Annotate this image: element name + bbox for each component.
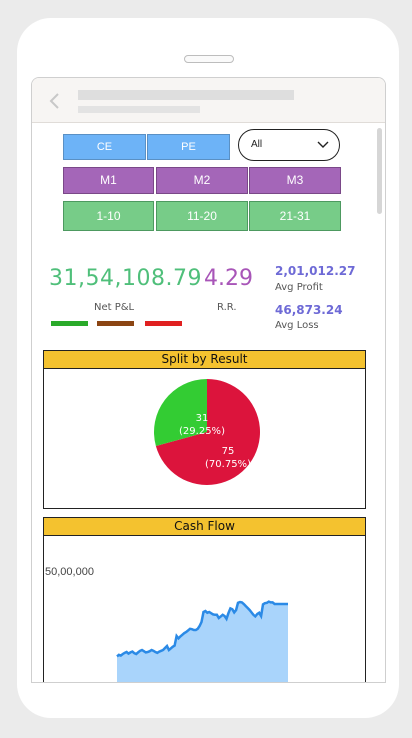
month-m3-button[interactable]: M3 <box>249 167 341 194</box>
cash-flow-panel: Cash Flow 50,00,000 <box>43 517 366 682</box>
legend-swatch-brown <box>97 321 134 326</box>
cash-flow-title: Cash Flow <box>44 518 365 536</box>
avg-loss-label: Avg Loss <box>275 320 319 331</box>
app-screen: CE PE All M1 M2 M3 1-10 11-20 21-31 31,5… <box>31 77 386 683</box>
top-bar <box>32 78 385 123</box>
avg-profit-value: 2,01,012.27 <box>275 264 356 278</box>
rr-value: 4.29 <box>204 266 253 291</box>
month-m2-button[interactable]: M2 <box>156 167 248 194</box>
filter-pe-button[interactable]: PE <box>147 134 230 160</box>
cash-flow-chart <box>116 600 288 682</box>
chevron-down-icon <box>317 141 329 148</box>
days-1-10-button[interactable]: 1-10 <box>63 201 154 231</box>
split-pie-chart <box>154 379 260 485</box>
pie-label-win: 31 (29.25%) <box>172 412 232 438</box>
phone-speaker <box>184 55 234 63</box>
days-11-20-button[interactable]: 11-20 <box>156 201 248 231</box>
pie-loss-percent: (70.75%) <box>205 459 251 470</box>
split-by-result-title: Split by Result <box>44 351 365 369</box>
filter-dropdown[interactable]: All <box>238 129 340 161</box>
subtitle-placeholder <box>78 106 200 113</box>
scrollbar[interactable] <box>377 128 382 214</box>
back-arrow-icon[interactable] <box>48 92 62 110</box>
net-pl-value: 31,54,108.79 <box>49 266 202 291</box>
net-pl-label: Net P&L <box>94 302 135 313</box>
pie-win-percent: (29.25%) <box>179 426 225 437</box>
dropdown-selected-value: All <box>251 139 263 150</box>
rr-label: R.R. <box>217 302 237 313</box>
pie-loss-count: 75 <box>221 446 235 457</box>
pie-label-loss: 75 (70.75%) <box>198 445 258 471</box>
legend-swatch-green <box>51 321 88 326</box>
avg-loss-value: 46,873.24 <box>275 303 343 317</box>
days-21-31-button[interactable]: 21-31 <box>249 201 341 231</box>
legend-swatch-red <box>145 321 182 326</box>
title-placeholder <box>78 90 294 100</box>
filter-ce-button[interactable]: CE <box>63 134 146 160</box>
split-by-result-panel: Split by Result 31 (29.25%) 75 (70.75%) <box>43 350 366 509</box>
month-m1-button[interactable]: M1 <box>63 167 154 194</box>
avg-profit-label: Avg Profit <box>275 282 323 293</box>
pie-win-count: 31 <box>195 413 209 424</box>
